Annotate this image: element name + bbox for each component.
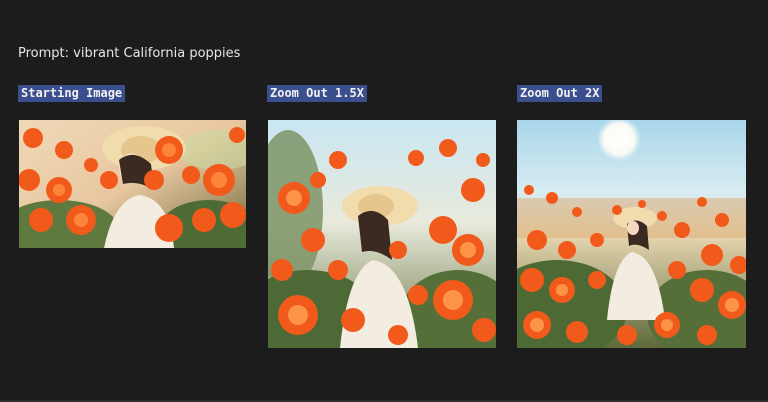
prompt-text: Prompt: vibrant California poppies xyxy=(18,46,241,61)
label-starting-image: Starting Image xyxy=(18,85,126,102)
zoom-out-1-5x-image xyxy=(268,120,496,348)
starting-image xyxy=(19,120,246,248)
label-zoom-out-1-5x: Zoom Out 1.5X xyxy=(267,85,367,102)
label-zoom-out-2x: Zoom Out 2X xyxy=(517,85,603,102)
zoom-out-2x-image xyxy=(517,120,746,348)
